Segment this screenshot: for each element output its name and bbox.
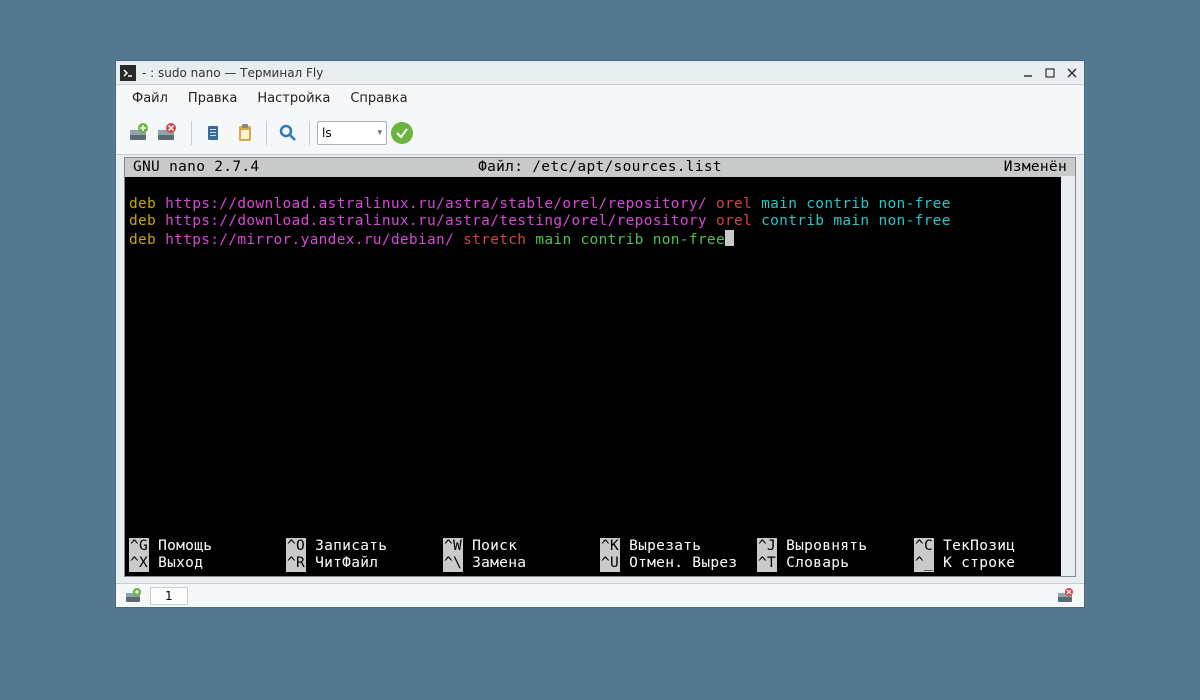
search-button[interactable] — [274, 119, 302, 147]
terminal-area[interactable]: GNU nano 2.7.4 Файл: /etc/apt/sources.li… — [124, 157, 1076, 577]
app-icon — [120, 65, 136, 81]
close-button[interactable] — [1064, 66, 1080, 80]
shortcut-justify: ^J Выровнять — [757, 538, 914, 555]
run-button[interactable] — [391, 122, 413, 144]
shortcut-help: ^G Помощь — [129, 538, 286, 555]
close-tab-button[interactable] — [153, 119, 181, 147]
nano-shortcuts: ^G Помощь ^O Записать ^W Поиск ^K Выреза… — [125, 538, 1075, 576]
terminal-window: - : sudo nano — Терминал Fly Файл Правка… — [115, 60, 1085, 608]
shortcut-replace: ^\ Замена — [443, 555, 600, 572]
nano-filename: Файл: /etc/apt/sources.list — [125, 159, 1075, 176]
components: main contrib non-free — [761, 196, 951, 212]
dist: orel — [716, 213, 761, 229]
toolbar-separator — [266, 121, 267, 145]
shortcut-cut: ^K Вырезать — [600, 538, 757, 555]
shortcut-writeout: ^O Записать — [286, 538, 443, 555]
minimize-button[interactable] — [1020, 66, 1036, 80]
url: https://mirror.yandex.ru/debian/ — [165, 232, 463, 248]
copy-button[interactable] — [199, 119, 227, 147]
url: https://download.astralinux.ru/astra/sta… — [165, 196, 716, 212]
titlebar[interactable]: - : sudo nano — Терминал Fly — [116, 61, 1084, 85]
shortcut-uncut: ^U Отмен. Вырез — [600, 555, 757, 572]
toolbar-separator — [191, 121, 192, 145]
dist: stretch — [463, 232, 535, 248]
keyword: deb — [129, 232, 165, 248]
remove-tab-button[interactable] — [1054, 587, 1078, 605]
maximize-button[interactable] — [1042, 66, 1058, 80]
components: main contrib non-free — [535, 232, 725, 248]
nano-header: GNU nano 2.7.4 Файл: /etc/apt/sources.li… — [125, 158, 1075, 177]
editor-content[interactable]: deb https://download.astralinux.ru/astra… — [125, 177, 1075, 538]
menubar: Файл Правка Настройка Справка — [116, 85, 1084, 112]
menu-edit[interactable]: Правка — [178, 87, 247, 110]
text-cursor — [725, 230, 734, 246]
new-tab-button[interactable] — [125, 119, 153, 147]
shortcut-spell: ^T Словарь — [757, 555, 914, 572]
keyword: deb — [129, 196, 165, 212]
tab-indicator[interactable]: 1 — [150, 587, 188, 605]
window-title: - : sudo nano — Терминал Fly — [142, 66, 1020, 80]
paste-button[interactable] — [231, 119, 259, 147]
menu-file[interactable]: Файл — [122, 87, 178, 110]
add-tab-button[interactable] — [122, 587, 146, 605]
shortcut-curpos: ^C ТекПозиц — [914, 538, 1071, 555]
nano-version: GNU nano 2.7.4 — [127, 159, 265, 176]
toolbar: ls ▾ — [116, 112, 1084, 155]
statusbar: 1 — [116, 583, 1084, 607]
url: https://download.astralinux.ru/astra/tes… — [165, 213, 716, 229]
shortcut-exit: ^X Выход — [129, 555, 286, 572]
shortcut-goto: ^_ К строке — [914, 555, 1071, 572]
keyword: deb — [129, 213, 165, 229]
components: contrib main non-free — [761, 213, 951, 229]
dist: orel — [716, 196, 761, 212]
window-controls — [1020, 66, 1080, 80]
terminal-scrollbar[interactable] — [1061, 176, 1075, 576]
menu-settings[interactable]: Настройка — [247, 87, 340, 110]
menu-help[interactable]: Справка — [340, 87, 417, 110]
chevron-down-icon: ▾ — [377, 128, 382, 138]
command-combo[interactable]: ls ▾ — [317, 121, 387, 145]
shortcut-readfile: ^R ЧитФайл — [286, 555, 443, 572]
nano-status: Изменён — [998, 159, 1073, 176]
combo-value: ls — [322, 126, 332, 140]
toolbar-separator — [309, 121, 310, 145]
shortcut-search: ^W Поиск — [443, 538, 600, 555]
